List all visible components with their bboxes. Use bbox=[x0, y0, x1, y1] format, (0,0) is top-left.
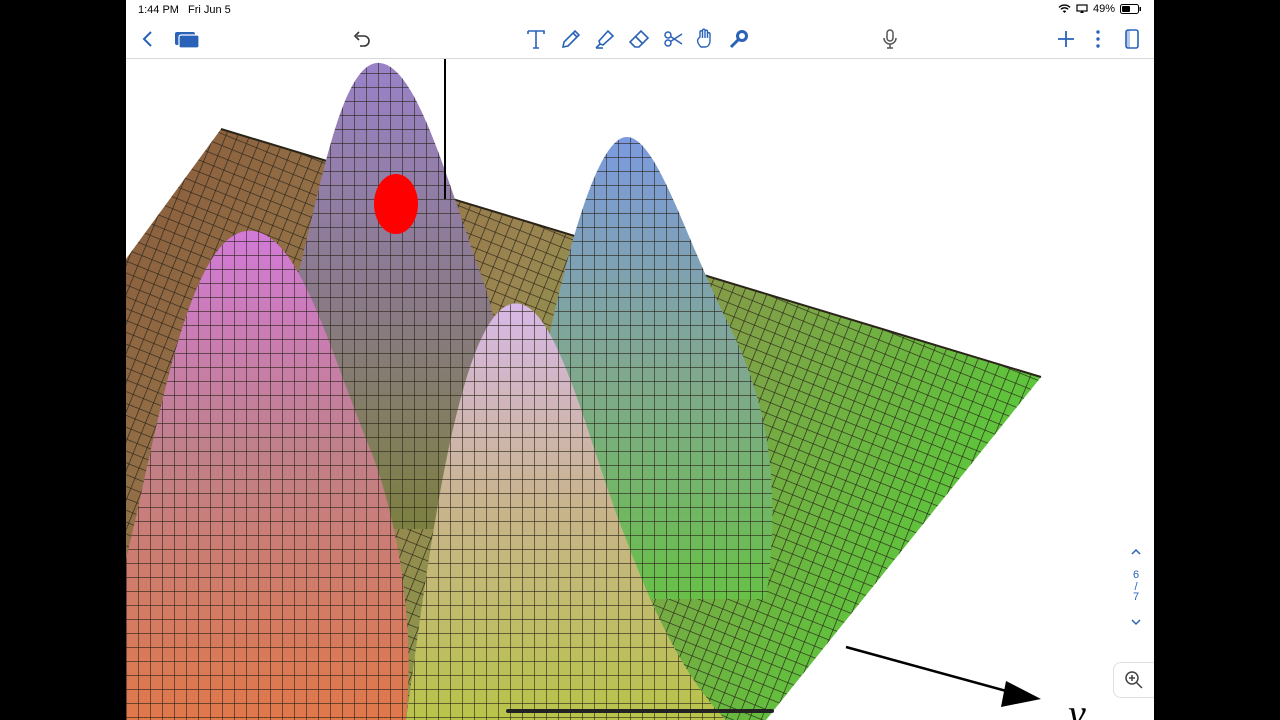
hand-icon bbox=[696, 28, 711, 48]
screen-mirror-icon bbox=[1076, 4, 1088, 13]
wifi-icon bbox=[1058, 4, 1071, 13]
laser-pointer-icon bbox=[729, 30, 748, 49]
pen-tool-button[interactable] bbox=[559, 27, 583, 51]
document-icon bbox=[1125, 29, 1139, 49]
back-icon bbox=[142, 31, 152, 47]
more-icon bbox=[1096, 30, 1100, 48]
text-tool-button[interactable] bbox=[524, 27, 548, 51]
lasso-icon bbox=[664, 31, 683, 47]
more-button[interactable] bbox=[1086, 27, 1110, 51]
highlighter-tool-button[interactable] bbox=[593, 27, 617, 51]
battery-icon bbox=[1120, 4, 1141, 14]
hand-tool-button[interactable] bbox=[693, 27, 717, 51]
highlighter-icon bbox=[595, 29, 615, 49]
page-navigator: 6 / 7 bbox=[1118, 545, 1154, 655]
y-axis-arrow bbox=[845, 645, 1041, 707]
page-separator: / bbox=[1134, 581, 1138, 593]
zoom-in-icon bbox=[1125, 671, 1143, 689]
microphone-icon bbox=[883, 29, 897, 49]
page-up-button[interactable] bbox=[1118, 545, 1154, 563]
status-bar: 1:44 PM Fri Jun 5 49% bbox=[126, 0, 1154, 20]
undo-button[interactable] bbox=[349, 27, 373, 51]
page-down-button[interactable] bbox=[1118, 615, 1154, 633]
chevron-up-icon bbox=[1131, 548, 1141, 555]
status-time: 1:44 PM bbox=[138, 4, 179, 16]
text-tool-icon bbox=[527, 30, 545, 49]
microphone-button[interactable] bbox=[878, 27, 902, 51]
home-indicator[interactable] bbox=[506, 709, 774, 713]
status-date: Fri Jun 5 bbox=[188, 4, 231, 16]
eraser-icon bbox=[628, 29, 650, 48]
y-axis-label: y bbox=[1064, 691, 1086, 720]
pages-button[interactable] bbox=[173, 27, 201, 51]
eraser-tool-button[interactable] bbox=[627, 27, 651, 51]
back-button[interactable] bbox=[136, 27, 160, 51]
add-button[interactable] bbox=[1054, 27, 1078, 51]
surface-plot-figure: y bbox=[126, 59, 1086, 720]
pages-icon bbox=[175, 32, 200, 49]
chevron-down-icon bbox=[1131, 619, 1141, 626]
page-canvas[interactable]: y bbox=[126, 59, 1154, 720]
status-right: 49% bbox=[1058, 3, 1142, 15]
zoom-button[interactable] bbox=[1113, 662, 1154, 698]
laser-pointer-button[interactable] bbox=[727, 27, 751, 51]
red-annotation-mark bbox=[374, 174, 418, 234]
lasso-tool-button[interactable] bbox=[661, 27, 685, 51]
current-page-number: 6 bbox=[1132, 569, 1140, 581]
pen-icon bbox=[561, 29, 581, 49]
add-icon bbox=[1058, 31, 1074, 47]
battery-percent: 49% bbox=[1092, 3, 1115, 15]
toolbar bbox=[126, 20, 1154, 59]
undo-icon bbox=[353, 31, 370, 47]
total-page-number: 7 bbox=[1132, 591, 1140, 603]
app-screen: 1:44 PM Fri Jun 5 49% y 6 / 7 bbox=[126, 0, 1154, 720]
document-button[interactable] bbox=[1120, 27, 1144, 51]
